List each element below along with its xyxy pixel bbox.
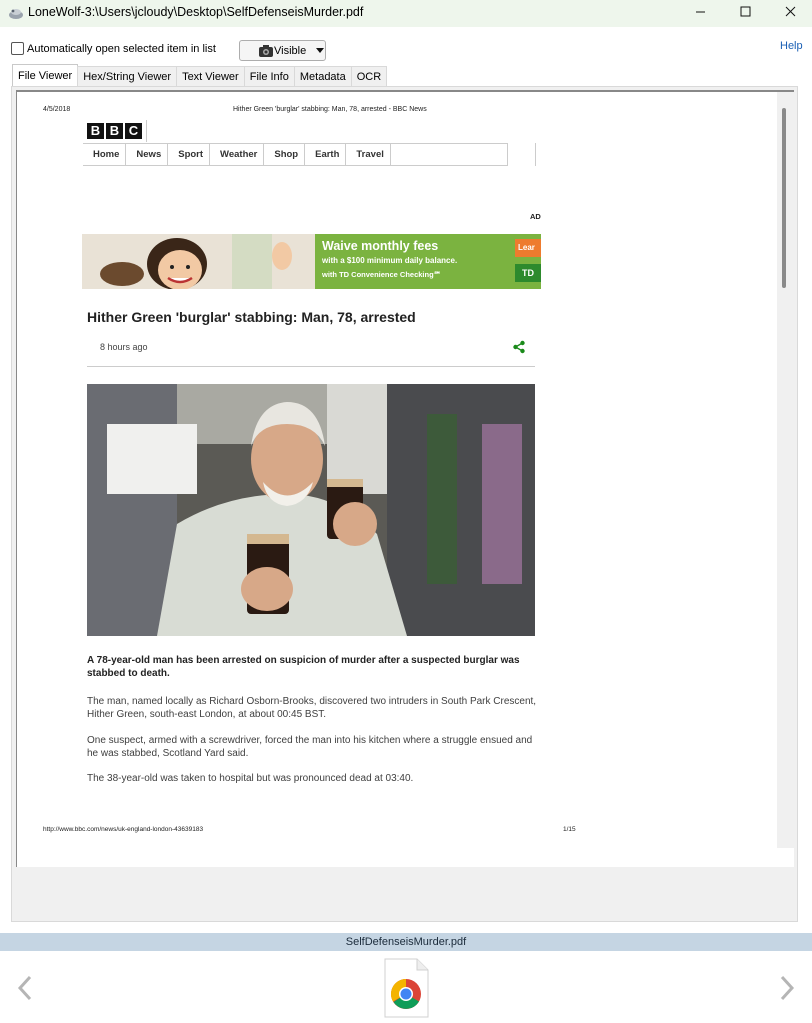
vertical-scrollbar[interactable] <box>777 92 794 848</box>
auto-open-option[interactable]: Automatically open selected item in list <box>11 42 216 55</box>
auto-open-label: Automatically open selected item in list <box>27 42 216 55</box>
nav-item-weather: Weather <box>210 144 265 165</box>
chrome-file-icon[interactable] <box>383 958 429 1018</box>
article-timestamp: 8 hours ago <box>100 342 148 352</box>
visibility-label: Visible <box>274 44 307 57</box>
status-bar: SelfDefenseisMurder.pdf <box>0 933 812 951</box>
window-title: LoneWolf-3:\Users\jcloudy\Desktop\SelfDe… <box>28 5 364 19</box>
ad-photo <box>82 234 315 289</box>
help-link[interactable]: Help <box>780 40 803 52</box>
maximize-icon <box>740 6 750 16</box>
tab-text-viewer[interactable]: Text Viewer <box>176 66 245 86</box>
pdf-page: 4/5/2018 Hither Green 'burglar' stabbing… <box>17 92 777 852</box>
ad-banner: Waive monthly fees with a $100 minimum d… <box>82 234 541 289</box>
nav-item-shop: Shop <box>264 144 306 165</box>
chevron-down-icon <box>316 47 325 53</box>
close-button[interactable] <box>767 0 812 22</box>
visibility-dropdown[interactable]: Visible <box>239 40 326 61</box>
nav-edge-divider <box>535 143 536 166</box>
article-paragraph: One suspect, armed with a screwdriver, f… <box>87 735 533 759</box>
bbc-logo-letter: B <box>87 123 104 139</box>
close-icon <box>785 6 795 16</box>
viewer-bottom-strip <box>16 867 794 919</box>
pdf-footer-url: http://www.bbc.com/news/uk-england-londo… <box>43 826 204 833</box>
article-paragraph: The 38-year-old was taken to hospital bu… <box>87 773 414 784</box>
article-lead-paragraph: A 78-year-old man has been arrested on s… <box>87 655 520 679</box>
pdf-header-title: Hither Green 'burglar' stabbing: Man, 78… <box>233 106 427 113</box>
tab-hex-string-viewer[interactable]: Hex/String Viewer <box>77 66 178 86</box>
previous-arrow-icon[interactable] <box>13 972 37 1004</box>
bbc-logo-letter: B <box>106 123 123 139</box>
app-icon <box>9 9 23 19</box>
ad-label: AD <box>530 212 541 221</box>
nav-blank-cell <box>391 144 508 165</box>
nav-item-home: Home <box>83 144 127 165</box>
pdf-footer-page: 1/15 <box>563 826 576 833</box>
tab-metadata[interactable]: Metadata <box>293 66 352 86</box>
viewer-tabs: File Viewer Hex/String Viewer Text Viewe… <box>12 64 388 86</box>
ad-learn-button: Lear <box>515 239 541 257</box>
title-bar: LoneWolf-3:\Users\jcloudy\Desktop\SelfDe… <box>0 0 812 27</box>
bbc-logo: B B C <box>87 123 142 139</box>
nav-item-news: News <box>126 144 169 165</box>
share-icon <box>513 340 525 354</box>
nav-item-travel: Travel <box>346 144 391 165</box>
ad-subline-1: with a $100 minimum daily balance. <box>322 256 458 265</box>
article-photo <box>87 384 535 636</box>
scrollbar-thumb[interactable] <box>782 108 786 288</box>
nav-item-sport: Sport <box>168 144 211 165</box>
camera-icon <box>259 44 273 57</box>
status-filename: SelfDefenseisMurder.pdf <box>345 936 467 948</box>
child-photo-icon <box>82 234 315 289</box>
article-divider <box>87 366 535 367</box>
nav-item-earth: Earth <box>305 144 347 165</box>
article-headline: Hither Green 'burglar' stabbing: Man, 78… <box>87 309 416 325</box>
maximize-button[interactable] <box>722 0 768 22</box>
tab-file-viewer[interactable]: File Viewer <box>12 64 79 86</box>
bbc-logo-letter: C <box>125 123 142 139</box>
ad-headline: Waive monthly fees <box>322 239 439 253</box>
minimize-icon <box>695 11 705 12</box>
tab-ocr[interactable]: OCR <box>350 66 388 86</box>
next-arrow-icon[interactable] <box>775 972 799 1004</box>
bbc-nav-bar: Home News Sport Weather Shop Earth Trave… <box>83 143 508 166</box>
man-with-pints-photo-icon <box>87 384 535 636</box>
logo-divider <box>146 120 147 142</box>
auto-open-checkbox[interactable] <box>11 42 24 55</box>
pdf-header-date: 4/5/2018 <box>43 106 71 113</box>
tab-file-info[interactable]: File Info <box>243 66 295 86</box>
td-logo: TD <box>515 264 541 282</box>
ad-subline-2: with TD Convenience Checking℠ <box>322 270 442 279</box>
minimize-button[interactable] <box>677 0 723 22</box>
article-paragraph: The man, named locally as Richard Osborn… <box>87 696 537 720</box>
